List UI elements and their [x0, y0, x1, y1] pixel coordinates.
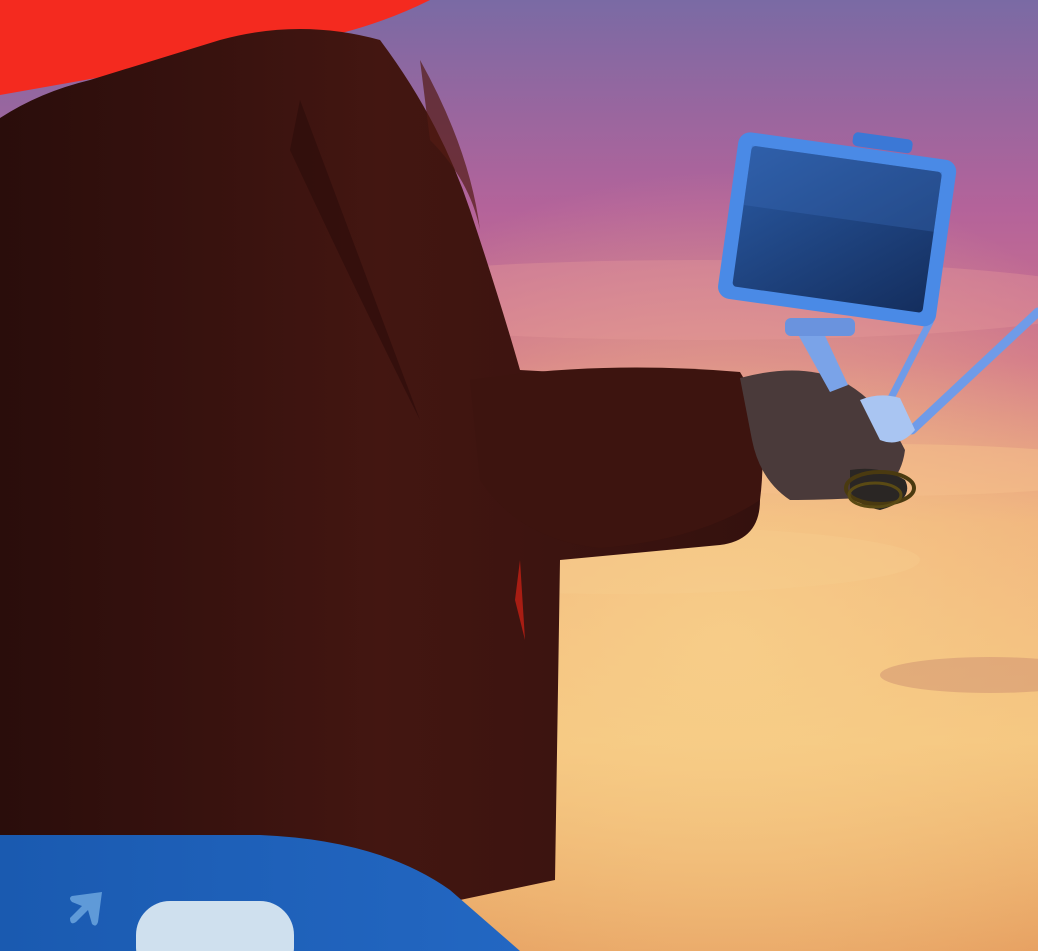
drone-pilot-photo	[0, 0, 1038, 951]
light-pill-shape	[136, 901, 294, 951]
photo-banner	[0, 0, 1038, 951]
arrow-up-right-icon	[70, 892, 102, 926]
